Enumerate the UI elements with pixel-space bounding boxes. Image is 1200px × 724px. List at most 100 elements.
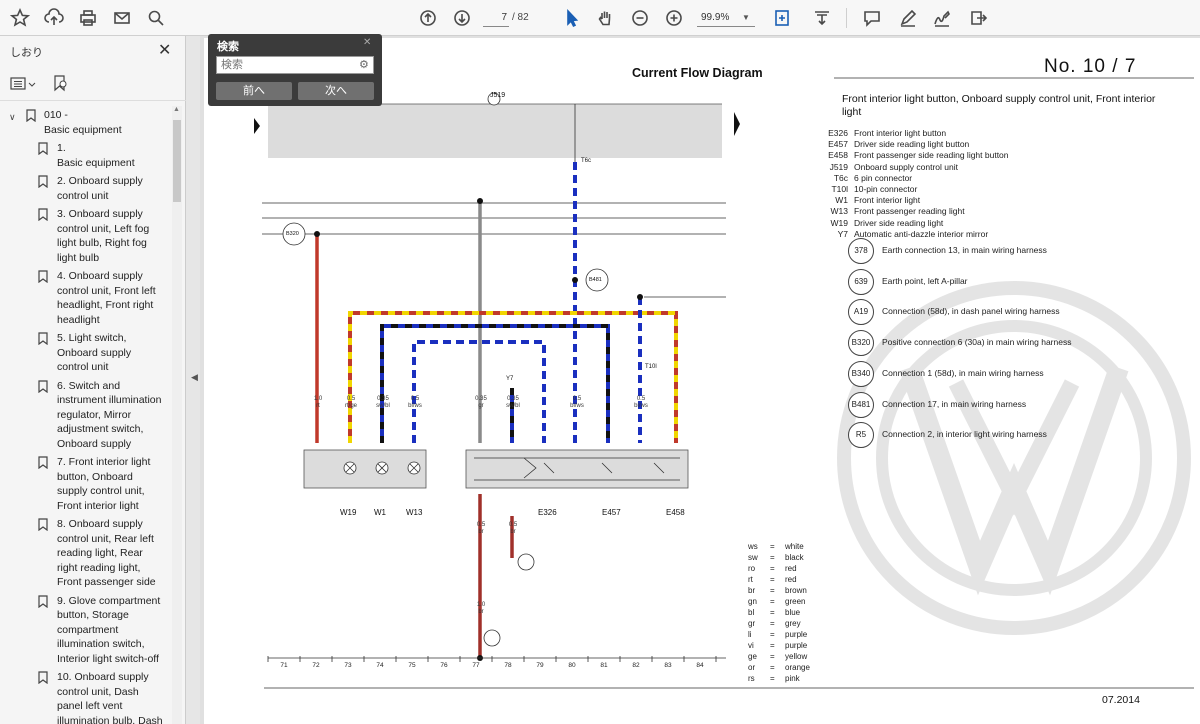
wire-label: 0.5 bl/ws bbox=[568, 396, 586, 410]
bookmark-icon bbox=[38, 379, 48, 393]
search-next-button[interactable]: 次へ bbox=[298, 82, 374, 100]
bookmark-icon bbox=[38, 518, 48, 531]
bookmark-item[interactable]: 3. Onboard supply control unit, Left fog… bbox=[0, 207, 172, 265]
bookmark-item[interactable]: 4. Onboard supply control unit, Front le… bbox=[0, 269, 172, 327]
pen-icon[interactable] bbox=[896, 6, 920, 30]
page-down-icon[interactable] bbox=[450, 6, 474, 30]
color-name: brown bbox=[785, 586, 807, 595]
page-number-input[interactable]: 7 bbox=[483, 9, 509, 27]
w1-label: W1 bbox=[374, 508, 386, 517]
search-settings-icon[interactable]: ⚙ bbox=[359, 58, 369, 71]
page-up-icon[interactable] bbox=[416, 6, 440, 30]
track-number: 81 bbox=[600, 662, 608, 669]
track-number: 74 bbox=[376, 662, 384, 669]
color-equals: = bbox=[770, 608, 775, 617]
b320-label: B320 bbox=[286, 231, 299, 237]
bookmark-item[interactable]: 8. Onboard supply control unit, Rear lef… bbox=[0, 517, 172, 590]
scrollbar-thumb[interactable] bbox=[173, 120, 181, 202]
bookmark-item[interactable]: 7. Front interior light button, Onboard … bbox=[0, 455, 172, 513]
color-abbr: rs bbox=[748, 674, 755, 683]
wire-size: 0.35 bbox=[507, 396, 519, 402]
wiring-diagram bbox=[254, 77, 1194, 689]
wire-color: bl/ws bbox=[634, 403, 648, 409]
select-cursor-icon[interactable] bbox=[560, 6, 584, 30]
bookmark-label: 6. Switch and instrument illumination re… bbox=[57, 379, 162, 450]
legend-desc: 6 pin connector bbox=[854, 172, 913, 183]
sidebar-scrollbar[interactable]: ▲ bbox=[172, 106, 182, 724]
search-close-icon[interactable]: ✕ bbox=[363, 37, 371, 48]
track-number: 71 bbox=[280, 662, 288, 669]
e458-label: E458 bbox=[666, 508, 685, 517]
find-bookmark-icon[interactable] bbox=[52, 74, 70, 92]
zoom-out-icon[interactable] bbox=[628, 6, 652, 30]
bookmark-label: 5. Light switch, Onboard supply control … bbox=[57, 332, 132, 373]
bookmark-item[interactable]: 10. Onboard supply control unit, Dash pa… bbox=[0, 670, 172, 724]
bookmark-item[interactable]: 6. Switch and instrument illumination re… bbox=[0, 379, 172, 452]
color-equals: = bbox=[770, 630, 775, 639]
connection-desc: Positive connection 6 (30a) in main wiri… bbox=[882, 337, 1072, 348]
track-number: 72 bbox=[312, 662, 320, 669]
bookmark-label: 10. Onboard supply control unit, Dash pa… bbox=[57, 671, 163, 724]
legend-code: W1 bbox=[835, 195, 848, 206]
bookmark-item[interactable]: 2. Onboard supply control unit bbox=[0, 174, 172, 203]
track-number: 83 bbox=[664, 662, 672, 669]
bookmark-icon bbox=[38, 175, 48, 188]
color-equals: = bbox=[770, 674, 775, 683]
connection-desc: Connection 17, in main wiring harness bbox=[882, 398, 1027, 409]
color-name: green bbox=[785, 597, 806, 606]
fit-page-icon[interactable] bbox=[770, 6, 794, 30]
zoom-dropdown-icon[interactable]: ▼ bbox=[742, 9, 750, 27]
w13-label: W13 bbox=[406, 508, 423, 517]
wire-color: gr bbox=[478, 403, 484, 409]
track-number: 80 bbox=[568, 662, 576, 669]
bookmark-list: ∨ 010 - Basic equipment 1. Basic equipment… bbox=[0, 106, 172, 724]
legend-desc: Front interior light bbox=[854, 195, 921, 206]
upload-icon[interactable] bbox=[42, 6, 66, 30]
color-abbr: ge bbox=[748, 652, 757, 661]
sign-icon[interactable] bbox=[930, 6, 954, 30]
close-panel-icon[interactable]: ✕ bbox=[158, 40, 171, 60]
color-equals: = bbox=[770, 641, 775, 650]
bookmark-item[interactable]: 5. Light switch, Onboard supply control … bbox=[0, 331, 172, 375]
color-name: purple bbox=[785, 630, 808, 639]
connection-desc: Earth point, left A-pillar bbox=[882, 275, 968, 286]
search-popup: 検索 ✕ ⚙ 前へ 次へ bbox=[208, 34, 382, 106]
track-number: 73 bbox=[344, 662, 352, 669]
bookmark-label: 1. Basic equipment bbox=[57, 142, 135, 169]
wire-color: rt bbox=[316, 403, 320, 409]
wire-color: sw/bl bbox=[506, 403, 520, 409]
bookmark-label: 9. Glove compartment button, Storage com… bbox=[57, 594, 161, 665]
collapse-panel-icon[interactable]: ◀ bbox=[191, 372, 198, 383]
comment-icon[interactable] bbox=[860, 6, 884, 30]
bookmark-item[interactable]: ∨ 010 - Basic equipment bbox=[0, 108, 172, 137]
mail-icon[interactable] bbox=[110, 6, 134, 30]
bookmark-item[interactable]: 9. Glove compartment button, Storage com… bbox=[0, 594, 172, 667]
bookmark-options-icon[interactable] bbox=[10, 76, 40, 92]
scroll-mode-icon[interactable] bbox=[810, 6, 834, 30]
search-input[interactable] bbox=[216, 56, 374, 74]
connection-desc: Connection (58d), in dash panel wiring h… bbox=[882, 306, 1060, 317]
find-icon[interactable] bbox=[144, 6, 168, 30]
wire-color: sw/bl bbox=[376, 403, 390, 409]
color-name: pink bbox=[785, 674, 800, 683]
w19-label: W19 bbox=[340, 508, 357, 517]
wire-label: 0.5 br bbox=[504, 522, 522, 536]
track-number: 76 bbox=[440, 662, 448, 669]
track-number: 84 bbox=[696, 662, 704, 669]
legend-code: E458 bbox=[828, 150, 848, 161]
wire-label: 0.5 rt/ge bbox=[342, 396, 360, 410]
color-equals: = bbox=[770, 597, 775, 606]
bookmark-star-icon[interactable] bbox=[8, 6, 32, 30]
bookmark-item[interactable]: 1. Basic equipment bbox=[0, 141, 172, 170]
document-view: Current Flow Diagram No. 10 / 7 Front in… bbox=[200, 36, 1200, 724]
legend-desc: Front passenger side reading light butto… bbox=[854, 150, 1009, 161]
wire-color: br bbox=[510, 529, 516, 535]
expand-caret-icon[interactable]: ∨ bbox=[9, 110, 16, 125]
wire-size: 1.0 bbox=[476, 602, 486, 608]
print-icon[interactable] bbox=[76, 6, 100, 30]
share-icon[interactable] bbox=[966, 6, 990, 30]
hand-icon[interactable] bbox=[594, 6, 618, 30]
search-prev-button[interactable]: 前へ bbox=[216, 82, 292, 100]
wire-size: 0.35 bbox=[377, 396, 389, 402]
zoom-in-icon[interactable] bbox=[662, 6, 686, 30]
